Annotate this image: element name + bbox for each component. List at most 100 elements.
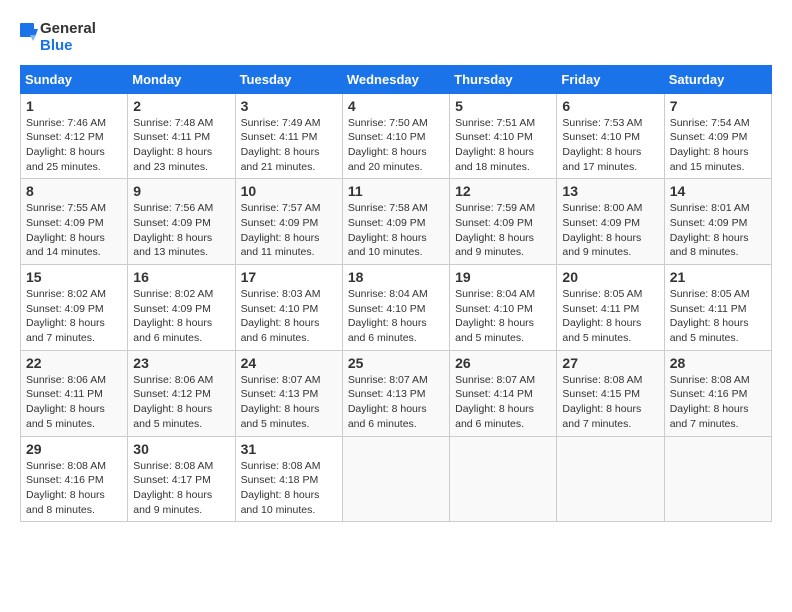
week-row-1: 1Sunrise: 7:46 AMSunset: 4:12 PMDaylight… <box>21 93 772 179</box>
day-info: Daylight: 8 hours and 5 minutes. <box>562 316 658 345</box>
calendar-cell: 6Sunrise: 7:53 AMSunset: 4:10 PMDaylight… <box>557 93 664 179</box>
day-info: Daylight: 8 hours and 5 minutes. <box>133 402 229 431</box>
calendar-cell: 12Sunrise: 7:59 AMSunset: 4:09 PMDayligh… <box>450 179 557 265</box>
day-number: 24 <box>241 355 337 371</box>
day-number: 6 <box>562 98 658 114</box>
calendar-cell <box>450 436 557 522</box>
week-row-4: 22Sunrise: 8:06 AMSunset: 4:11 PMDayligh… <box>21 350 772 436</box>
logo-svg <box>20 23 38 51</box>
calendar-cell: 26Sunrise: 8:07 AMSunset: 4:14 PMDayligh… <box>450 350 557 436</box>
day-info: Sunset: 4:14 PM <box>455 387 551 402</box>
col-header-thursday: Thursday <box>450 65 557 93</box>
day-info: Daylight: 8 hours and 6 minutes. <box>348 316 444 345</box>
day-info: Daylight: 8 hours and 8 minutes. <box>670 231 766 260</box>
calendar-cell: 9Sunrise: 7:56 AMSunset: 4:09 PMDaylight… <box>128 179 235 265</box>
calendar-cell: 22Sunrise: 8:06 AMSunset: 4:11 PMDayligh… <box>21 350 128 436</box>
day-info: Daylight: 8 hours and 9 minutes. <box>133 488 229 517</box>
day-number: 15 <box>26 269 122 285</box>
day-info: Sunrise: 8:05 AM <box>670 287 766 302</box>
day-info: Daylight: 8 hours and 9 minutes. <box>455 231 551 260</box>
col-header-sunday: Sunday <box>21 65 128 93</box>
day-info: Sunset: 4:11 PM <box>26 387 122 402</box>
day-number: 19 <box>455 269 551 285</box>
day-number: 31 <box>241 441 337 457</box>
day-info: Sunrise: 7:49 AM <box>241 116 337 131</box>
col-header-friday: Friday <box>557 65 664 93</box>
logo-shape <box>20 23 38 51</box>
day-info: Sunset: 4:18 PM <box>241 473 337 488</box>
day-info: Sunrise: 8:01 AM <box>670 201 766 216</box>
day-info: Sunset: 4:09 PM <box>241 216 337 231</box>
day-info: Daylight: 8 hours and 25 minutes. <box>26 145 122 174</box>
calendar-cell: 14Sunrise: 8:01 AMSunset: 4:09 PMDayligh… <box>664 179 771 265</box>
day-info: Daylight: 8 hours and 8 minutes. <box>26 488 122 517</box>
week-row-5: 29Sunrise: 8:08 AMSunset: 4:16 PMDayligh… <box>21 436 772 522</box>
col-header-saturday: Saturday <box>664 65 771 93</box>
day-info: Daylight: 8 hours and 5 minutes. <box>26 402 122 431</box>
day-info: Sunrise: 8:07 AM <box>455 373 551 388</box>
day-info: Daylight: 8 hours and 10 minutes. <box>348 231 444 260</box>
day-info: Daylight: 8 hours and 9 minutes. <box>562 231 658 260</box>
calendar-cell: 4Sunrise: 7:50 AMSunset: 4:10 PMDaylight… <box>342 93 449 179</box>
day-info: Sunrise: 8:00 AM <box>562 201 658 216</box>
day-info: Sunset: 4:09 PM <box>133 302 229 317</box>
day-info: Sunset: 4:10 PM <box>562 130 658 145</box>
day-info: Sunrise: 8:07 AM <box>241 373 337 388</box>
day-info: Daylight: 8 hours and 6 minutes. <box>241 316 337 345</box>
day-number: 13 <box>562 183 658 199</box>
day-info: Sunrise: 7:56 AM <box>133 201 229 216</box>
day-info: Sunrise: 7:54 AM <box>670 116 766 131</box>
calendar-cell <box>557 436 664 522</box>
day-info: Sunset: 4:09 PM <box>26 216 122 231</box>
calendar-cell: 8Sunrise: 7:55 AMSunset: 4:09 PMDaylight… <box>21 179 128 265</box>
day-info: Sunset: 4:13 PM <box>241 387 337 402</box>
calendar-cell: 15Sunrise: 8:02 AMSunset: 4:09 PMDayligh… <box>21 265 128 351</box>
day-info: Daylight: 8 hours and 11 minutes. <box>241 231 337 260</box>
day-info: Sunrise: 7:48 AM <box>133 116 229 131</box>
day-info: Sunrise: 7:50 AM <box>348 116 444 131</box>
calendar-cell: 28Sunrise: 8:08 AMSunset: 4:16 PMDayligh… <box>664 350 771 436</box>
calendar-cell: 1Sunrise: 7:46 AMSunset: 4:12 PMDaylight… <box>21 93 128 179</box>
day-info: Sunset: 4:09 PM <box>26 302 122 317</box>
day-number: 1 <box>26 98 122 114</box>
calendar-cell: 27Sunrise: 8:08 AMSunset: 4:15 PMDayligh… <box>557 350 664 436</box>
calendar-cell: 30Sunrise: 8:08 AMSunset: 4:17 PMDayligh… <box>128 436 235 522</box>
day-info: Sunrise: 8:08 AM <box>133 459 229 474</box>
day-number: 10 <box>241 183 337 199</box>
day-info: Sunrise: 8:08 AM <box>670 373 766 388</box>
day-info: Sunset: 4:10 PM <box>455 302 551 317</box>
day-info: Daylight: 8 hours and 23 minutes. <box>133 145 229 174</box>
day-number: 4 <box>348 98 444 114</box>
day-info: Daylight: 8 hours and 17 minutes. <box>562 145 658 174</box>
day-info: Sunrise: 8:02 AM <box>133 287 229 302</box>
day-info: Sunset: 4:10 PM <box>455 130 551 145</box>
calendar-cell <box>342 436 449 522</box>
day-info: Sunrise: 8:05 AM <box>562 287 658 302</box>
day-info: Daylight: 8 hours and 7 minutes. <box>26 316 122 345</box>
day-info: Sunrise: 8:06 AM <box>26 373 122 388</box>
day-info: Sunrise: 7:57 AM <box>241 201 337 216</box>
day-info: Daylight: 8 hours and 21 minutes. <box>241 145 337 174</box>
logo-container: General Blue <box>20 20 96 55</box>
page-header: General Blue <box>20 20 772 55</box>
logo-text: General Blue <box>40 20 96 55</box>
calendar-cell: 13Sunrise: 8:00 AMSunset: 4:09 PMDayligh… <box>557 179 664 265</box>
day-number: 17 <box>241 269 337 285</box>
calendar-cell: 17Sunrise: 8:03 AMSunset: 4:10 PMDayligh… <box>235 265 342 351</box>
day-number: 12 <box>455 183 551 199</box>
day-number: 18 <box>348 269 444 285</box>
day-number: 27 <box>562 355 658 371</box>
day-info: Sunrise: 7:51 AM <box>455 116 551 131</box>
day-info: Daylight: 8 hours and 5 minutes. <box>455 316 551 345</box>
logo: General Blue <box>20 20 96 55</box>
day-info: Sunset: 4:13 PM <box>348 387 444 402</box>
day-info: Sunset: 4:11 PM <box>670 302 766 317</box>
day-info: Sunrise: 7:59 AM <box>455 201 551 216</box>
day-info: Sunset: 4:12 PM <box>133 387 229 402</box>
calendar-cell: 10 Sunrise: 7:57 AMSunset: 4:09 PMDayligh… <box>235 179 342 265</box>
day-info: Sunset: 4:09 PM <box>670 216 766 231</box>
day-info: Sunset: 4:15 PM <box>562 387 658 402</box>
day-number: 25 <box>348 355 444 371</box>
calendar-cell: 29Sunrise: 8:08 AMSunset: 4:16 PMDayligh… <box>21 436 128 522</box>
day-info: Sunset: 4:16 PM <box>26 473 122 488</box>
